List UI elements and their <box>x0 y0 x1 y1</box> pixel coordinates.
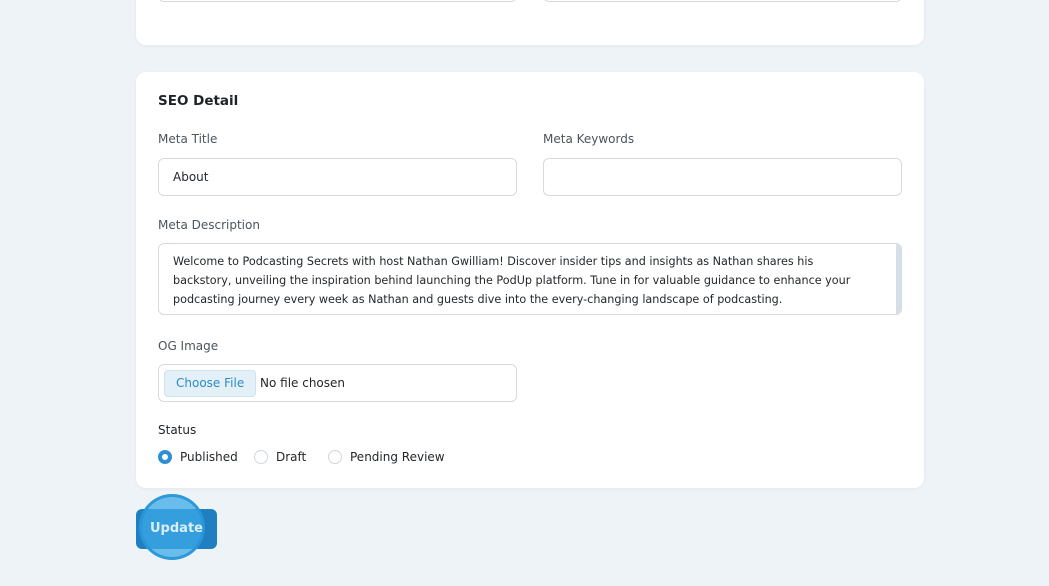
seo-detail-card: SEO Detail Meta Title About Meta Keyword… <box>136 72 924 488</box>
og-image-label: OG Image <box>158 339 219 353</box>
radio-unchecked-icon[interactable] <box>254 450 268 464</box>
meta-title-label: Meta Title <box>158 132 218 146</box>
status-radio-published[interactable]: Published <box>158 450 238 464</box>
meta-keywords-label: Meta Keywords <box>543 132 635 146</box>
section-title: SEO Detail <box>158 93 239 109</box>
previous-section-card <box>136 0 924 45</box>
status-radio-pending-review[interactable]: Pending Review <box>328 450 445 464</box>
previous-field-left[interactable] <box>158 0 517 2</box>
radio-unchecked-icon[interactable] <box>328 450 342 464</box>
textarea-scrollbar[interactable] <box>896 244 901 314</box>
previous-field-right[interactable] <box>543 0 902 2</box>
choose-file-button[interactable]: Choose File <box>164 370 257 397</box>
update-button-label: Update <box>150 521 203 536</box>
status-label: Status <box>158 423 197 437</box>
status-option-label: Pending Review <box>350 450 445 464</box>
file-status-text: No file chosen <box>260 376 346 390</box>
status-option-label: Draft <box>276 450 307 464</box>
meta-title-input[interactable]: About <box>158 158 517 196</box>
og-image-file-input[interactable]: Choose File No file chosen <box>158 364 517 402</box>
status-radio-draft[interactable]: Draft <box>254 450 306 464</box>
meta-description-text: Welcome to Podcasting Secrets with host … <box>173 255 851 306</box>
radio-checked-icon[interactable] <box>158 450 172 464</box>
status-option-label: Published <box>180 450 238 464</box>
meta-keywords-input[interactable] <box>543 158 902 196</box>
meta-description-textarea[interactable]: Welcome to Podcasting Secrets with host … <box>158 243 902 315</box>
meta-description-label: Meta Description <box>158 218 260 232</box>
